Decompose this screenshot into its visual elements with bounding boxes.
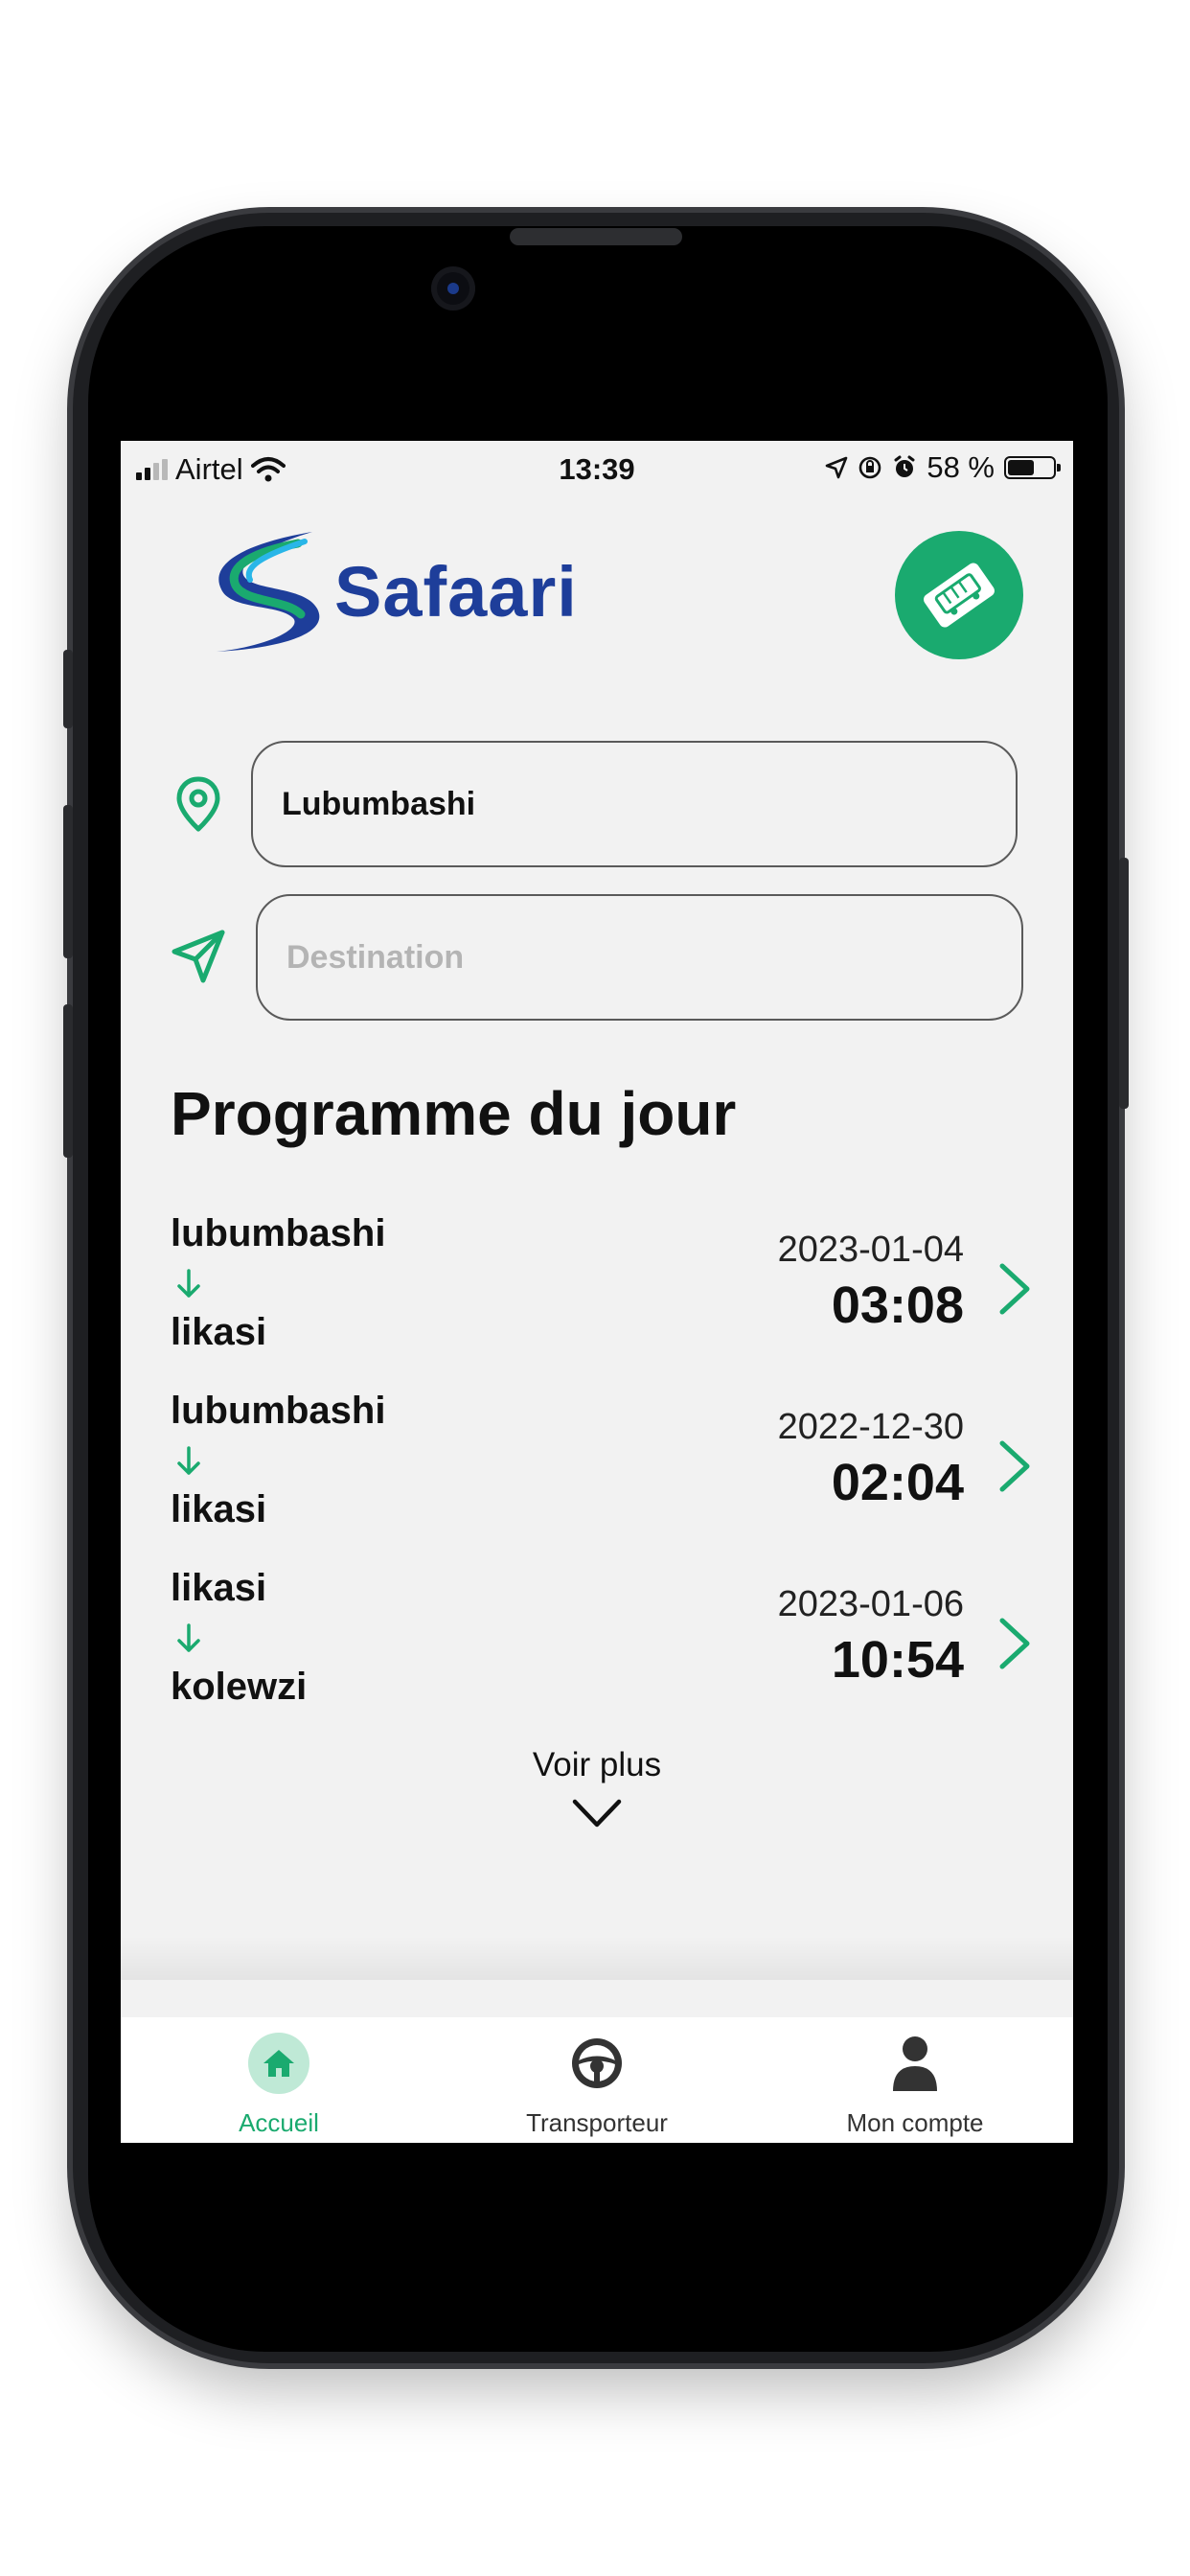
origin-input[interactable] [280, 784, 1016, 824]
alarm-icon [894, 455, 915, 477]
chevron-right-icon[interactable] [995, 1260, 1033, 1318]
status-bar: Airtel 13:39 58 % [121, 441, 1073, 496]
trip-origin: lubumbashi [171, 1212, 386, 1254]
arrow-down-icon [177, 1269, 200, 1298]
chevron-right-icon[interactable] [995, 1615, 1033, 1672]
trip-destination: likasi [171, 1311, 267, 1353]
chevron-down-icon[interactable] [571, 1797, 623, 1829]
trip-date: 2023-01-04 [777, 1230, 964, 1270]
home-icon [248, 2033, 309, 2094]
volume-down-button [63, 1004, 73, 1158]
status-right: 58 % [825, 450, 1061, 485]
steering-wheel-icon [566, 2033, 628, 2094]
trip-time: 02:04 [831, 1454, 964, 1511]
trip-row[interactable]: likasi kolewzi 2023-01-06 10:54 [171, 1567, 1033, 1735]
bus-ticket-icon [924, 563, 995, 628]
trip-row[interactable]: lubumbashi likasi 2022-12-30 02:04 [171, 1390, 1033, 1557]
battery-icon [1004, 456, 1061, 479]
user-icon [884, 2033, 946, 2094]
section-title: Programme du jour [171, 1079, 737, 1148]
trip-origin: likasi [171, 1567, 267, 1609]
trip-destination: kolewzi [171, 1666, 308, 1708]
battery-percent: 58 % [927, 450, 995, 484]
power-button [1119, 858, 1129, 1109]
safaari-swoosh-icon [217, 532, 320, 652]
app-logo: Safaari [197, 522, 600, 656]
destination-input[interactable] [285, 937, 1021, 978]
logo-wordmark: Safaari [334, 552, 578, 632]
tab-label: Transporteur [526, 2108, 668, 2137]
tab-label: Mon compte [846, 2108, 984, 2137]
trip-time: 03:08 [831, 1276, 964, 1334]
mute-switch [63, 650, 73, 728]
arrow-down-icon [177, 1446, 200, 1475]
tab-accueil[interactable]: Accueil [121, 2017, 437, 2143]
speaker-grille [510, 228, 682, 245]
trip-destination: likasi [171, 1488, 267, 1530]
front-camera [431, 266, 475, 310]
app-screen: Airtel 13:39 58 % Safaari Lubumbashi Des… [121, 441, 1073, 2143]
arrow-down-icon [177, 1623, 200, 1652]
volume-up-button [63, 805, 73, 958]
tab-label: Accueil [239, 2108, 319, 2137]
tab-transporteur[interactable]: Transporteur [439, 2017, 755, 2143]
location-pin-icon [176, 776, 220, 832]
send-arrow-icon [172, 930, 225, 983]
ticket-button[interactable] [895, 531, 1023, 659]
tab-mon-compte[interactable]: Mon compte [757, 2017, 1073, 2143]
bottom-tab-bar: Accueil Transporteur Mon compte [121, 2017, 1073, 2143]
location-arrow-icon [826, 456, 848, 479]
chevron-right-icon[interactable] [995, 1438, 1033, 1495]
trip-date: 2023-01-06 [777, 1584, 964, 1624]
destination-field[interactable] [256, 894, 1023, 1021]
trip-origin: lubumbashi [171, 1390, 386, 1432]
rotation-lock-icon [859, 456, 881, 479]
origin-field[interactable] [251, 741, 1018, 867]
trip-row[interactable]: lubumbashi likasi 2023-01-04 03:08 [171, 1212, 1033, 1380]
trip-date: 2022-12-30 [777, 1407, 964, 1447]
trip-time: 10:54 [831, 1631, 964, 1689]
see-more-link[interactable]: Voir plus [121, 1746, 1073, 1784]
tabbar-shadow [121, 1936, 1073, 1980]
